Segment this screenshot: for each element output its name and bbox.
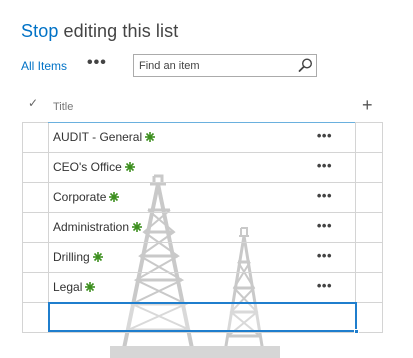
row-title-cell[interactable]: CEO's Office (53, 160, 135, 174)
item-menu-button[interactable]: ••• (317, 128, 332, 143)
stop-editing-link[interactable]: Stop (21, 21, 58, 41)
new-item-icon (132, 222, 143, 232)
search-input[interactable] (134, 55, 292, 76)
more-views-button[interactable]: ••• (87, 54, 107, 72)
list-row[interactable]: Drilling ••• (48, 242, 356, 272)
fill-handle[interactable] (354, 329, 359, 334)
page-title: Stop editing this list (21, 21, 178, 42)
row-title-text: Drilling (53, 250, 90, 264)
list-row[interactable]: AUDIT - General ••• (48, 122, 356, 152)
row-title-cell[interactable]: Corporate (53, 190, 120, 204)
add-column-button[interactable]: + (362, 96, 373, 114)
search-box (133, 54, 317, 77)
item-menu-button[interactable]: ••• (317, 278, 332, 293)
list-row[interactable]: CEO's Office ••• (48, 152, 356, 182)
column-header-title[interactable]: Title (53, 101, 73, 113)
row-title-text: Legal (53, 280, 83, 294)
item-menu-button[interactable]: ••• (317, 158, 332, 173)
row-title-text: CEO's Office (53, 160, 122, 174)
search-button[interactable] (297, 57, 314, 74)
page-title-text: editing this list (58, 21, 179, 41)
row-title-cell[interactable]: Drilling (53, 250, 103, 264)
search-icon (298, 58, 313, 72)
item-menu-button[interactable]: ••• (317, 188, 332, 203)
list-row[interactable]: Legal ••• (48, 272, 356, 302)
row-title-text: Corporate (53, 190, 107, 204)
grid-line (22, 332, 383, 333)
item-menu-button[interactable]: ••• (317, 248, 332, 263)
new-item-icon (85, 282, 96, 292)
view-all-items-link[interactable]: All Items (21, 59, 67, 73)
new-item-icon (145, 132, 156, 142)
new-item-icon (124, 162, 135, 172)
row-title-text: Administration (53, 220, 130, 234)
new-item-input-cell[interactable] (48, 302, 359, 334)
row-title-cell[interactable]: AUDIT - General (53, 130, 156, 144)
select-all-checkmark[interactable]: ✓ (28, 96, 38, 110)
row-title-cell[interactable]: Administration (53, 220, 143, 234)
new-item-icon (92, 252, 103, 262)
list-row[interactable]: Administration ••• (48, 212, 356, 242)
new-item-icon (109, 192, 120, 202)
row-title-text: AUDIT - General (53, 130, 143, 144)
row-title-cell[interactable]: Legal (53, 280, 96, 294)
column-header-underline (48, 122, 355, 123)
item-menu-button[interactable]: ••• (317, 218, 332, 233)
list-row[interactable]: Corporate ••• (48, 182, 356, 212)
